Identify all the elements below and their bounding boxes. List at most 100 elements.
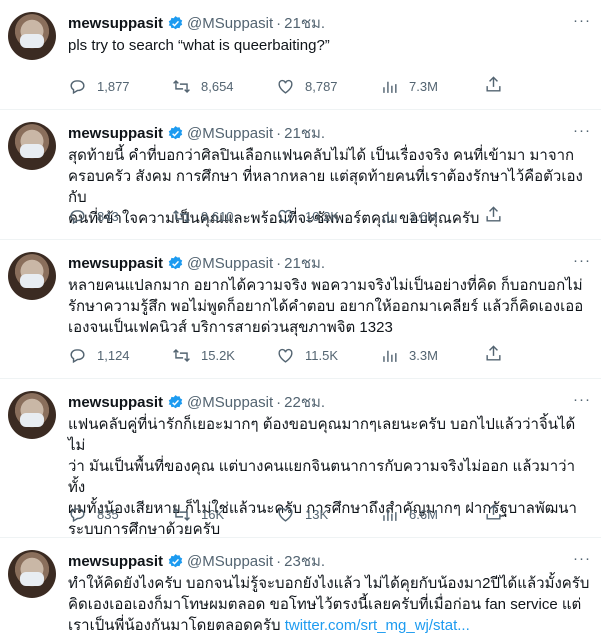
like-count: 13K [305, 506, 329, 522]
tweet[interactable]: mewsuppasit @MSuppasit · 21ชม. ··· pls t… [0, 0, 601, 110]
tweet-header: mewsuppasit @MSuppasit · 23ชม. [68, 550, 591, 572]
tweet-header: mewsuppasit @MSuppasit · 21ชม. [68, 12, 591, 34]
action-bar: 843 9,610 10.2K 3.6M [68, 205, 591, 227]
handle[interactable]: @MSuppasit [187, 15, 273, 32]
tweet-feed: mewsuppasit @MSuppasit · 21ชม. ··· pls t… [0, 0, 601, 637]
reply-button[interactable]: 1,124 [68, 346, 172, 365]
tweet-link[interactable]: twitter.com/srt_mg_wj/stat... [285, 617, 470, 634]
reply-icon [70, 348, 85, 363]
share-button[interactable] [484, 344, 503, 366]
timestamp[interactable]: 21ชม. [284, 11, 325, 35]
retweet-button[interactable]: 8,654 [172, 77, 276, 96]
like-button[interactable]: 13K [276, 505, 380, 524]
retweet-icon [173, 79, 190, 93]
tweet-text: ทำให้คิดยังไงครับ บอกจนไม่รู้จะบอกยังไงแ… [68, 573, 591, 636]
views-button[interactable]: 6.6M [380, 505, 484, 524]
views-button[interactable]: 3.3M [380, 346, 484, 365]
more-icon[interactable]: ··· [573, 252, 591, 269]
avatar[interactable] [8, 550, 56, 598]
more-icon[interactable]: ··· [573, 391, 591, 408]
verified-badge-icon [168, 15, 183, 29]
like-button[interactable]: 11.5K [276, 346, 380, 365]
tweet[interactable]: mewsuppasit @MSuppasit · 21ชม. ··· สุดท้… [0, 110, 601, 240]
timestamp[interactable]: 21ชม. [284, 121, 325, 145]
timestamp[interactable]: 22ชม. [284, 390, 325, 414]
views-count: 3.6M [409, 208, 438, 224]
more-icon[interactable]: ··· [573, 12, 591, 29]
tweet[interactable]: mewsuppasit @MSuppasit · 23ชม. ··· ทำให้… [0, 538, 601, 637]
like-count: 10.2K [305, 208, 339, 224]
verified-badge-icon [168, 255, 183, 269]
display-name[interactable]: mewsuppasit [68, 394, 163, 411]
views-count: 3.3M [409, 347, 438, 363]
share-icon [486, 504, 501, 520]
separator-dot: · [276, 14, 282, 32]
reply-button[interactable]: 1,877 [68, 77, 172, 96]
reply-icon [70, 79, 85, 94]
action-bar: 1,124 15.2K 11.5K 3.3M [68, 344, 591, 366]
like-button[interactable]: 10.2K [276, 207, 380, 226]
tweet[interactable]: mewsuppasit @MSuppasit · 22ชม. ··· แฟนคล… [0, 379, 601, 538]
timestamp[interactable]: 21ชม. [284, 251, 325, 275]
like-button[interactable]: 8,787 [276, 77, 380, 96]
verified-badge-icon [168, 394, 183, 408]
like-icon [278, 348, 293, 363]
avatar[interactable] [8, 12, 56, 60]
tweet[interactable]: mewsuppasit @MSuppasit · 21ชม. ··· หลายค… [0, 240, 601, 379]
like-icon [278, 507, 293, 522]
separator-dot: · [276, 124, 282, 142]
views-icon [383, 211, 397, 223]
reply-count: 1,877 [97, 78, 130, 94]
avatar[interactable] [8, 252, 56, 300]
reply-icon [70, 209, 85, 224]
handle[interactable]: @MSuppasit [187, 553, 273, 570]
views-icon [383, 509, 397, 521]
retweet-button[interactable]: 15.2K [172, 346, 276, 365]
reply-count: 835 [97, 506, 119, 522]
handle[interactable]: @MSuppasit [187, 255, 273, 272]
display-name[interactable]: mewsuppasit [68, 125, 163, 142]
handle[interactable]: @MSuppasit [187, 394, 273, 411]
like-count: 11.5K [305, 347, 339, 363]
timestamp[interactable]: 23ชม. [284, 549, 325, 573]
share-icon [486, 345, 501, 361]
action-bar: 835 16K 13K 6.6M [68, 503, 591, 525]
reply-icon [70, 507, 85, 522]
share-icon [486, 76, 501, 92]
avatar[interactable] [8, 391, 56, 439]
share-button[interactable] [484, 503, 503, 525]
views-button[interactable]: 3.6M [380, 207, 484, 226]
avatar[interactable] [8, 122, 56, 170]
separator-dot: · [276, 254, 282, 272]
reply-button[interactable]: 843 [68, 207, 172, 226]
retweet-icon [173, 209, 190, 223]
tweet-header: mewsuppasit @MSuppasit · 21ชม. [68, 252, 591, 274]
retweet-count: 9,610 [201, 208, 234, 224]
retweet-count: 8,654 [201, 78, 234, 94]
tweet-header: mewsuppasit @MSuppasit · 22ชม. [68, 391, 591, 413]
handle[interactable]: @MSuppasit [187, 125, 273, 142]
more-icon[interactable]: ··· [573, 122, 591, 139]
retweet-button[interactable]: 16K [172, 505, 276, 524]
verified-badge-icon [168, 553, 183, 567]
separator-dot: · [276, 552, 282, 570]
like-icon [278, 79, 293, 94]
tweet-header: mewsuppasit @MSuppasit · 21ชม. [68, 122, 591, 144]
like-count: 8,787 [305, 78, 338, 94]
share-button[interactable] [484, 75, 503, 97]
display-name[interactable]: mewsuppasit [68, 553, 163, 570]
more-icon[interactable]: ··· [573, 550, 591, 567]
action-bar: 1,877 8,654 8,787 7.3M [68, 75, 591, 97]
views-button[interactable]: 7.3M [380, 77, 484, 96]
retweet-button[interactable]: 9,610 [172, 207, 276, 226]
retweet-count: 15.2K [201, 347, 235, 363]
reply-button[interactable]: 835 [68, 505, 172, 524]
views-icon [383, 81, 397, 93]
views-count: 6.6M [409, 506, 438, 522]
share-button[interactable] [484, 205, 503, 227]
views-count: 7.3M [409, 78, 438, 94]
display-name[interactable]: mewsuppasit [68, 255, 163, 272]
tweet-text: pls try to search “what is queerbaiting?… [68, 37, 330, 54]
tweet-text: หลายคนแปลกมาก อยากได้ความจริง พอความจริง… [68, 277, 584, 336]
display-name[interactable]: mewsuppasit [68, 15, 163, 32]
